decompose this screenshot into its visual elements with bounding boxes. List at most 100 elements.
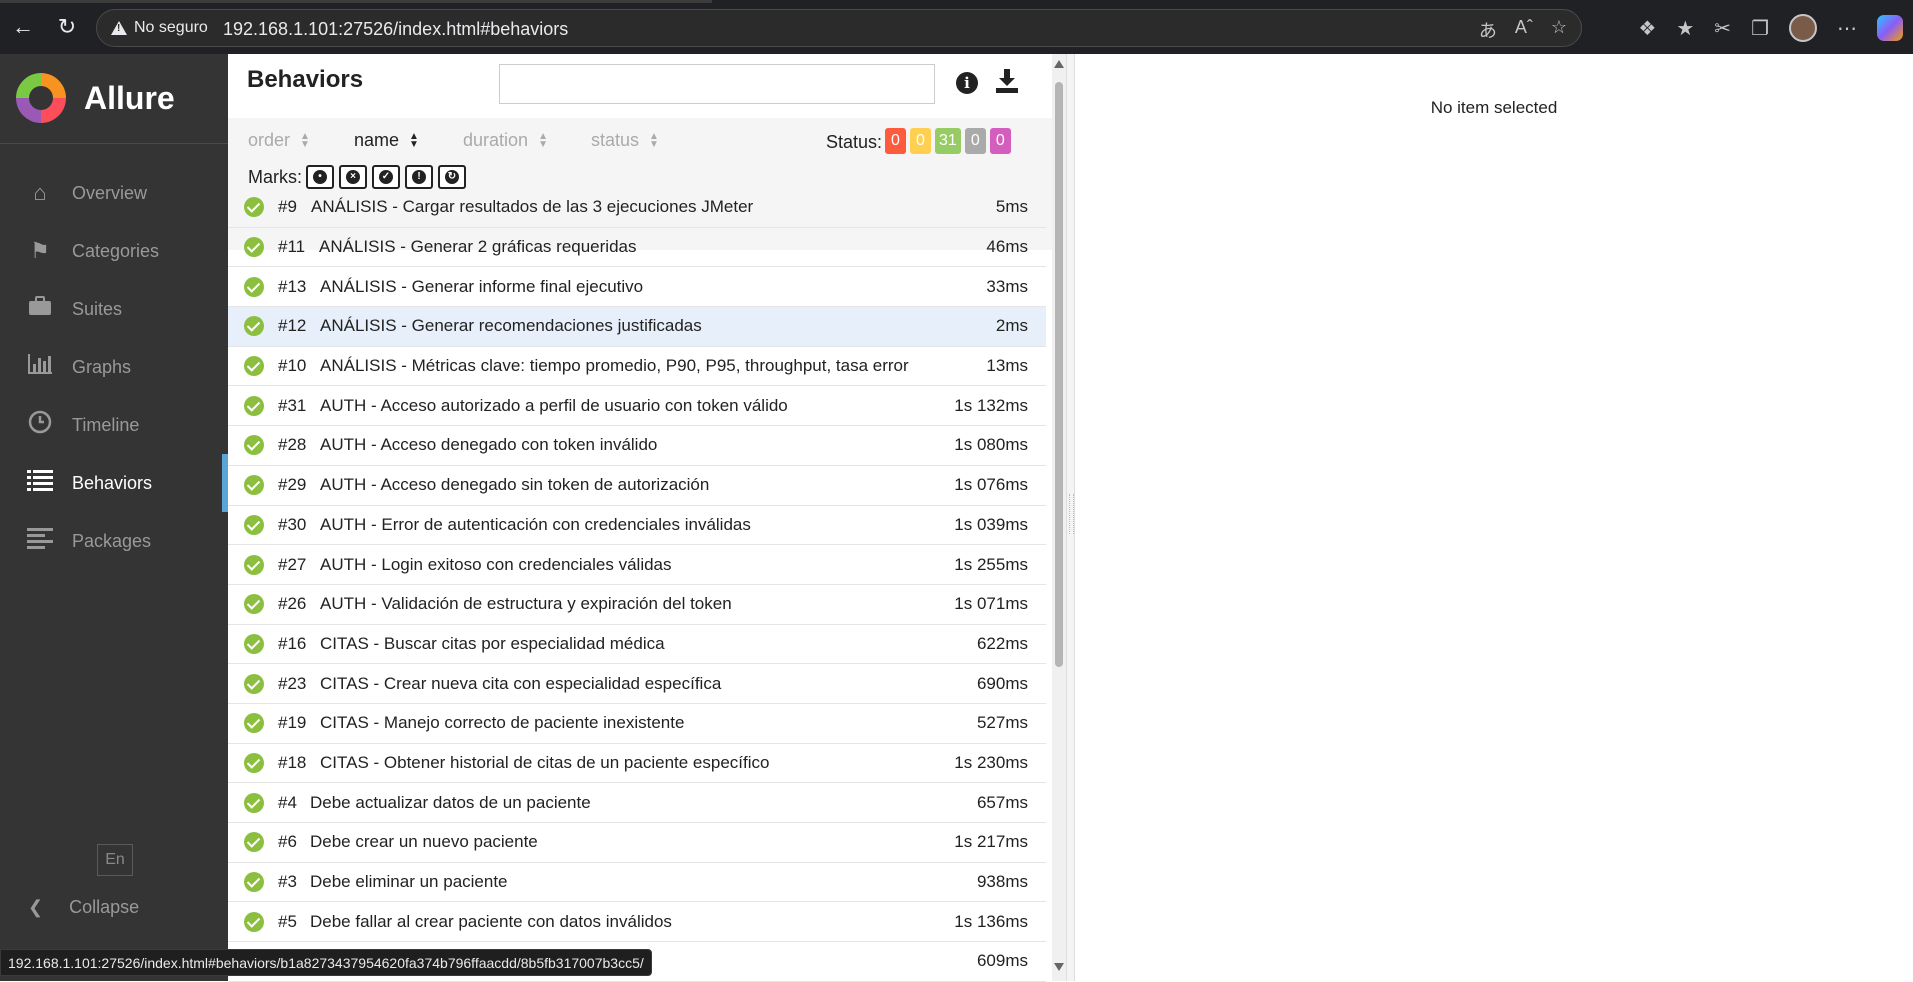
test-name: AUTH - Login exitoso con credenciales vá…	[320, 554, 672, 574]
screenshot-icon[interactable]: ✂	[1714, 16, 1731, 41]
test-name: Debe crear un nuevo paciente	[310, 832, 538, 852]
status-passed-badge[interactable]: 31	[935, 128, 961, 154]
copilot-icon[interactable]	[1877, 15, 1903, 41]
sort-duration[interactable]: duration ▲ ▼	[463, 130, 591, 151]
list-item[interactable]: #31 AUTH - Acceso autorizado a perfil de …	[228, 386, 1046, 427]
sidebar-item-categories[interactable]: ⚑ Categories	[0, 222, 228, 280]
pane-splitter[interactable]	[1066, 54, 1075, 981]
mark-new-failed-button[interactable]: ×	[339, 165, 367, 189]
list-item[interactable]: #28 AUTH - Acceso denegado con token invá…	[228, 426, 1046, 466]
mark-new-broken-button[interactable]: !	[405, 165, 433, 189]
sidebar-item-suites[interactable]: Suites	[0, 280, 228, 338]
extensions-icon[interactable]: ❖	[1638, 16, 1656, 41]
list-item[interactable]: #5 Debe fallar al crear paciente con dato…	[228, 902, 1046, 943]
list-item[interactable]: #16 CITAS - Buscar citas por especialidad…	[228, 625, 1046, 665]
test-name: ANÁLISIS - Generar informe final ejecuti…	[320, 276, 644, 296]
list-item[interactable]: #11 ANÁLISIS - Generar 2 gráficas requeri…	[228, 228, 1046, 268]
download-icon[interactable]	[995, 68, 1019, 94]
collections-icon[interactable]: ❐	[1751, 16, 1769, 41]
back-icon[interactable]: ←	[10, 14, 36, 40]
status-skipped-badge[interactable]: 0	[964, 128, 986, 154]
list-item[interactable]: #23 CITAS - Crear nueva cita con especial…	[228, 664, 1046, 704]
info-icon[interactable]: i	[956, 72, 978, 94]
clock-icon	[26, 410, 54, 440]
mark-retries-button[interactable]: ↻	[438, 165, 466, 189]
list-item[interactable]: #27 AUTH - Login exitoso con credenciales…	[228, 545, 1046, 585]
test-duration: 13ms	[986, 356, 1028, 376]
list-item-selected[interactable]: #12 ANÁLISIS - Generar recomendaciones ju…	[228, 307, 1046, 347]
mark-new-passed-button[interactable]: ✓	[372, 165, 400, 189]
list-item[interactable]: #9 ANÁLISIS - Cargar resultados de las 3 …	[228, 188, 1046, 228]
tab-strip	[0, 0, 1913, 4]
address-bar[interactable]: No seguro 192.168.1.101:27526/index.html…	[96, 9, 1582, 47]
favorites-icon[interactable]: ★	[1676, 16, 1694, 41]
sidebar-item-packages[interactable]: Packages	[0, 512, 228, 570]
brand[interactable]: Allure	[16, 73, 175, 123]
status-failed-badge[interactable]: 0	[885, 128, 906, 154]
sidebar-item-overview[interactable]: ⌂ Overview	[0, 164, 228, 222]
passed-check-icon	[244, 752, 264, 773]
sidebar-item-label: Graphs	[72, 356, 132, 377]
url-text[interactable]: 192.168.1.101:27526/index.html#behaviors	[223, 19, 568, 40]
language-button[interactable]: En	[97, 844, 133, 876]
test-name: AUTH - Acceso denegado con token inválid…	[320, 435, 658, 455]
refresh-icon: ↻	[445, 170, 459, 184]
list-item[interactable]: #4 Debe actualizar datos de un paciente 65…	[228, 783, 1046, 823]
sidebar-item-label: Behaviors	[72, 472, 153, 493]
test-duration: 2ms	[995, 316, 1028, 336]
favorite-star-icon[interactable]: ☆	[1551, 17, 1567, 43]
translate-icon[interactable]: あ	[1479, 17, 1497, 43]
test-duration: 1s 071ms	[954, 594, 1028, 614]
test-name: ANÁLISIS - Generar recomendaciones justi…	[320, 316, 702, 336]
list-item[interactable]: #29 AUTH - Acceso denegado sin token de a…	[228, 466, 1046, 506]
security-indicator[interactable]: No seguro	[111, 19, 208, 37]
collapse-button[interactable]: ❮ Collapse	[28, 897, 139, 918]
align-left-icon	[26, 527, 54, 555]
test-duration: 938ms	[976, 872, 1028, 892]
list-item[interactable]: #19 CITAS - Manejo correcto de paciente i…	[228, 704, 1046, 744]
sidebar-item-graphs[interactable]: Graphs	[0, 338, 228, 396]
list-item[interactable]: #26 AUTH - Validación de estructura y exp…	[228, 585, 1046, 625]
status-broken-badge[interactable]: 0	[910, 128, 931, 154]
test-duration: 1s 039ms	[954, 514, 1028, 534]
refresh-icon[interactable]: ↻	[54, 14, 80, 40]
scroll-up-icon[interactable]	[1054, 60, 1064, 68]
status-unknown-badge[interactable]: 0	[989, 128, 1011, 154]
scroll-thumb[interactable]	[1055, 82, 1063, 667]
passed-check-icon	[244, 832, 264, 853]
test-name: ANÁLISIS - Generar 2 gráficas requeridas	[319, 237, 637, 257]
list-item[interactable]: #18 CITAS - Obtener historial de citas de…	[228, 744, 1046, 784]
sidebar-item-label: Suites	[72, 298, 123, 319]
list-item[interactable]: #6 Debe crear un nuevo paciente 1s 217ms	[228, 823, 1046, 863]
profile-avatar[interactable]	[1789, 14, 1817, 42]
times-circle-icon: ×	[346, 170, 360, 184]
test-id: #10	[278, 356, 307, 376]
test-id: #5	[278, 911, 297, 931]
read-aloud-icon[interactable]: Aˆ	[1515, 17, 1533, 43]
warning-icon	[111, 21, 127, 35]
search-input[interactable]	[499, 64, 935, 104]
sidebar-item-behaviors[interactable]: Behaviors	[0, 454, 228, 512]
mark-flaky-button[interactable]: •	[306, 165, 334, 189]
scroll-down-icon[interactable]	[1054, 963, 1064, 971]
test-id: #3	[278, 872, 297, 892]
sort-name[interactable]: name ▲ ▼	[354, 130, 463, 151]
list-item[interactable]: #3 Debe eliminar un paciente 938ms	[228, 863, 1046, 903]
test-duration: 690ms	[976, 673, 1028, 693]
list-item[interactable]: #30 AUTH - Error de autenticación con cre…	[228, 506, 1046, 546]
collapse-label: Collapse	[69, 897, 140, 917]
list-scrollbar[interactable]	[1052, 54, 1066, 981]
sort-status[interactable]: status ▲ ▼	[591, 130, 691, 151]
test-duration: 622ms	[976, 633, 1028, 653]
passed-check-icon	[244, 554, 264, 575]
passed-check-icon	[244, 316, 264, 337]
sidebar-item-timeline[interactable]: Timeline	[0, 396, 228, 454]
list-item[interactable]: #10 ANÁLISIS - Métricas clave: tiempo pro…	[228, 347, 1046, 387]
test-duration: 46ms	[986, 237, 1028, 257]
test-name: CITAS - Crear nueva cita con especialida…	[320, 673, 722, 693]
test-id: #12	[278, 316, 307, 336]
sort-order[interactable]: order ▲ ▼	[248, 130, 354, 151]
list-item[interactable]: #13 ANÁLISIS - Generar informe final ejec…	[228, 267, 1046, 308]
more-menu-icon[interactable]: ⋯	[1837, 16, 1857, 41]
test-id: #16	[278, 633, 307, 653]
